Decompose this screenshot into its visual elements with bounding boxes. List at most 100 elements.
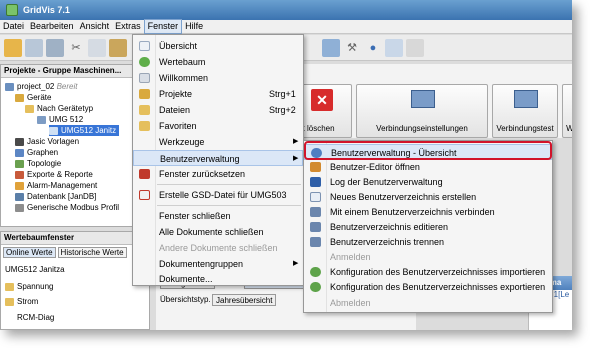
tree-item-exports[interactable]: Exporte & Reporte [15,169,93,180]
modbus-icon [15,203,24,212]
menu-ansicht[interactable]: Ansicht [77,20,113,33]
paste-icon[interactable] [109,38,127,57]
tree-item-umg512[interactable]: UMG 512 [37,114,83,125]
menu-item-favorites[interactable]: Favoriten [133,118,303,134]
menu-item-import-config[interactable]: Konfiguration des Benutzerverzeichnisses… [304,264,552,280]
cut-icon[interactable]: ✂ [67,39,85,57]
connect-directory-icon [310,207,321,217]
values-device-name: UMG512 Janitza [5,265,65,274]
import-icon [310,267,321,277]
tab-online-values[interactable]: Online Werte [3,247,56,258]
log-icon [310,177,321,187]
folder-icon [5,297,14,306]
files-shortcut: Strg+2 [269,105,296,115]
values-item-voltage[interactable]: Spannung [5,281,53,292]
open-icon[interactable] [25,38,43,57]
report-icon[interactable] [406,38,424,57]
alarm-icon [15,181,24,190]
connection-test-button[interactable]: Verbindungstest [492,84,558,138]
menu-item-edit-directory[interactable]: Benutzerverzeichnis editieren [304,219,552,235]
highlight-frame [304,141,552,160]
tree-item-topology[interactable]: Topologie [15,158,61,169]
menu-item-files[interactable]: Dateien Strg+2 [133,102,303,118]
tab-historic-values[interactable]: Historische Werte [57,247,127,258]
save-icon[interactable] [46,38,64,57]
user-icon[interactable]: ● [364,39,382,57]
year-overview-button[interactable]: Jahresübersicht [212,294,277,306]
folder-icon [5,282,14,291]
menu-item-logout: Abmelden [330,298,371,308]
menu-item-export-config[interactable]: Konfiguration des Benutzerverzeichnisses… [304,279,552,295]
tree-item-modbus[interactable]: Generische Modbus Profil [15,202,119,213]
new-project-icon[interactable] [4,38,22,57]
delete-device-icon: ✕ [311,89,333,111]
tree-item-by-type[interactable]: Nach Gerätetyp [25,103,93,114]
devices-folder-icon [15,93,24,102]
menu-item-reset-window[interactable]: Fenster zurücksetzen [133,166,303,182]
tree-icon [139,57,150,67]
user-editor-icon [310,162,321,172]
overview-type-label: Übersichtstyp. [160,295,211,304]
menu-item-value-tree[interactable]: Wertebaum [133,54,303,70]
reset-window-icon [139,169,150,179]
tree-item-jasic[interactable]: Jasic Vorlagen [15,136,79,147]
menu-item-document-groups[interactable]: Dokumentengruppen ▶ [133,256,303,272]
projects-panel-header: Projekte - Gruppe Maschinen... [1,65,139,78]
tree-item-project[interactable]: project_02 Bereit [5,81,78,92]
menu-hilfe[interactable]: Hilfe [182,20,206,33]
graph-icon [15,148,24,157]
folder-icon [25,104,34,113]
user-management-submenu: Benutzerverwaltung - Übersicht Benutzer-… [303,140,553,313]
menu-item-connect-directory[interactable]: Mit einem Benutzerverzeichnis verbinden [304,204,552,220]
values-panel-header: Wertebaumfenster [1,232,149,245]
menu-separator [157,205,301,206]
tree-item-alarm[interactable]: Alarm-Management [15,180,97,191]
values-item-current[interactable]: Strom [5,296,38,307]
tools-icon[interactable]: ⚒ [343,39,361,57]
meter-icon [49,126,58,135]
window-title: GridVis 7.1 [23,5,70,15]
menu-item-overview[interactable]: Übersicht [133,38,303,54]
menu-item-login: Anmelden [330,252,371,262]
connection-test-icon [514,90,538,108]
menu-item-welcome[interactable]: Willkommen [133,70,303,86]
menu-item-close-all-documents[interactable]: Alle Dokumente schließen [133,224,303,240]
menu-datei[interactable]: Datei [0,20,27,33]
menu-item-close-other-documents: Andere Dokumente schließen [159,243,278,253]
tree-item-graphs[interactable]: Graphen [15,147,58,158]
favorites-icon [139,121,150,131]
new-directory-icon [310,192,321,202]
menu-item-new-directory[interactable]: Neues Benutzerverzeichnis erstellen [304,189,552,205]
copy-icon[interactable] [88,38,106,57]
values-tabs: Online Werte Historische Werte [3,247,127,258]
edit-directory-icon [310,222,321,232]
menu-fenster[interactable]: Fenster [143,19,183,34]
tree-item-umg512-janitza[interactable]: UMG512 Janitz [49,125,120,136]
menu-item-close-window[interactable]: Fenster schließen [133,208,303,224]
device-icon[interactable] [322,38,340,57]
menu-item-create-gsd[interactable]: Erstelle GSD-Datei für UMG503 [133,187,303,203]
menu-item-projects[interactable]: Projekte Strg+1 [133,86,303,102]
menu-item-user-editor[interactable]: Benutzer-Editor öffnen [304,159,552,175]
menu-extras[interactable]: Extras [112,20,144,33]
menu-item-user-log[interactable]: Log der Benutzerverwaltung [304,174,552,190]
project-icon [5,82,14,91]
menu-item-disconnect-directory[interactable]: Benutzerverzeichnis trennen [304,234,552,250]
submenu-arrow-icon: ▶ [293,260,299,267]
menu-bar: Datei Bearbeiten Ansicht Extras Fenster … [0,19,572,34]
chart-icon[interactable] [385,38,403,57]
tree-item-database[interactable]: Datenbank [JanDB] [15,191,96,202]
connection-settings-icon [411,90,435,108]
submenu-arrow-icon: ▶ [293,155,299,162]
values-button[interactable]: We [562,84,572,138]
values-item-rcm[interactable]: RCM-Diag [17,312,54,323]
menu-item-tools[interactable]: Werkzeuge ▶ [133,134,303,150]
export-folder-icon [15,170,24,179]
connection-settings-button[interactable]: Verbindungseinstellungen [356,84,488,138]
menu-item-documents[interactable]: Dokumente... [133,271,303,287]
title-bar: GridVis 7.1 [0,0,572,20]
overview-icon [139,41,150,51]
menu-item-user-management[interactable]: Benutzerverwaltung ▶ [133,150,303,166]
tree-item-devices[interactable]: Geräte [15,92,51,103]
menu-bearbeiten[interactable]: Bearbeiten [27,20,77,33]
